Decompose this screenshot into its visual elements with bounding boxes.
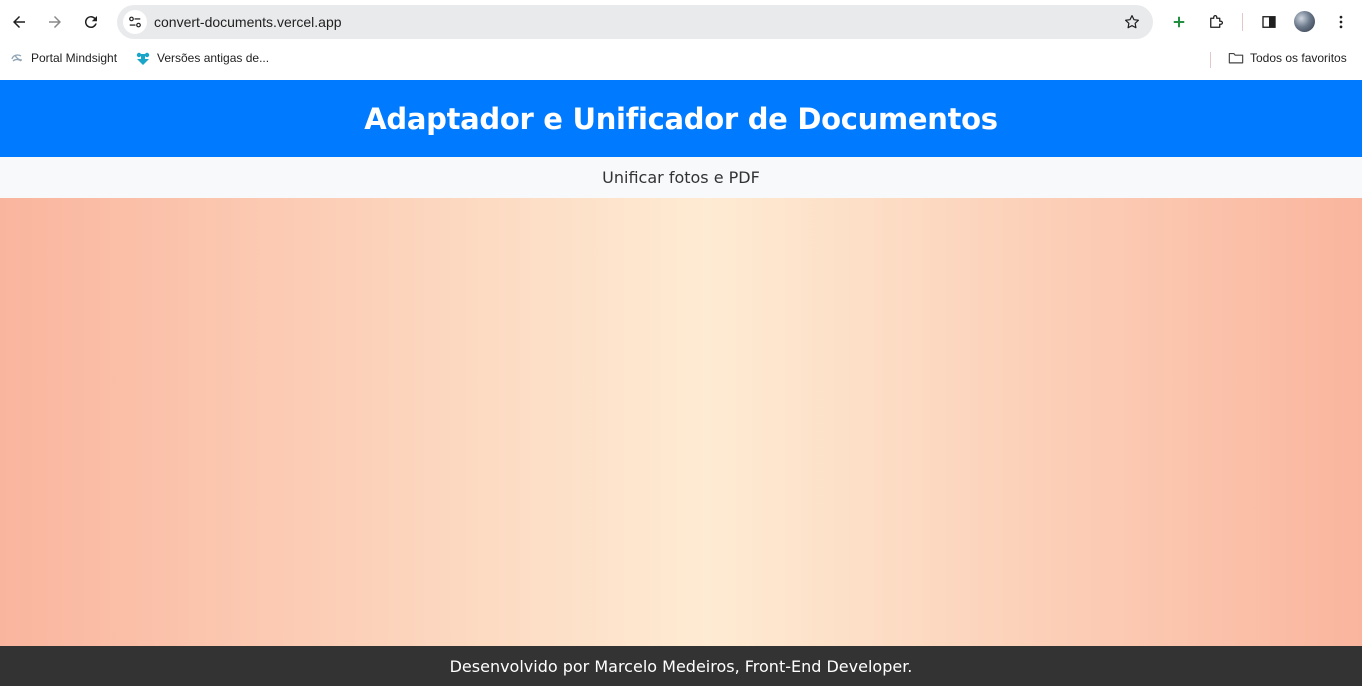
versions-icon [136, 52, 150, 65]
url-text[interactable]: convert-documents.vercel.app [154, 14, 342, 30]
footer-credit: Desenvolvido por Marcelo Medeiros, Front… [449, 656, 913, 676]
side-panel-icon [1262, 16, 1276, 28]
tune-icon [129, 16, 141, 28]
profile-avatar[interactable] [1294, 11, 1315, 32]
site-info-button[interactable] [123, 10, 147, 34]
bookmark-versoes-antigas[interactable]: Versões antigas de... [135, 50, 269, 66]
bookmarks-bar: Portal Mindsight Versões antigas de... T… [0, 44, 1362, 74]
main-content-area [0, 198, 1362, 646]
forward-button[interactable] [41, 8, 69, 36]
forward-arrow-icon [49, 16, 61, 28]
all-bookmarks-folder[interactable]: Todos os favoritos [1228, 50, 1347, 66]
bookmark-star-icon[interactable] [1123, 13, 1141, 31]
more-vertical-icon [1339, 15, 1343, 29]
page-nav: Unificar fotos e PDF [0, 157, 1362, 198]
bookmark-label: Portal Mindsight [31, 51, 118, 65]
bookmark-portal-mindsight[interactable]: Portal Mindsight [9, 50, 117, 66]
extension-add-button[interactable] [1165, 8, 1193, 36]
browser-toolbar: convert-documents.vercel.app [0, 0, 1362, 44]
page-title: Adaptador e Unificador de Documentos [364, 101, 998, 136]
back-arrow-icon [13, 16, 25, 28]
toolbar-divider [1242, 13, 1243, 31]
nav-link-unificar[interactable]: Unificar fotos e PDF [602, 168, 760, 187]
extensions-button[interactable] [1202, 8, 1230, 36]
mindsight-icon [11, 54, 23, 62]
address-bar[interactable]: convert-documents.vercel.app [117, 5, 1153, 39]
reload-icon [84, 16, 97, 29]
reload-button[interactable] [77, 8, 105, 36]
browser-menu-button[interactable] [1327, 8, 1355, 36]
page-footer: Desenvolvido por Marcelo Medeiros, Front… [0, 646, 1362, 686]
all-bookmarks-label: Todos os favoritos [1250, 51, 1347, 65]
folder-icon [1228, 52, 1244, 64]
side-panel-button[interactable] [1255, 8, 1283, 36]
bookmark-label: Versões antigas de... [157, 51, 270, 65]
puzzle-icon [1210, 15, 1223, 28]
page-header: Adaptador e Unificador de Documentos [0, 80, 1362, 157]
plus-icon [1173, 16, 1185, 28]
back-button[interactable] [5, 8, 33, 36]
bookmarks-divider [1210, 52, 1211, 68]
